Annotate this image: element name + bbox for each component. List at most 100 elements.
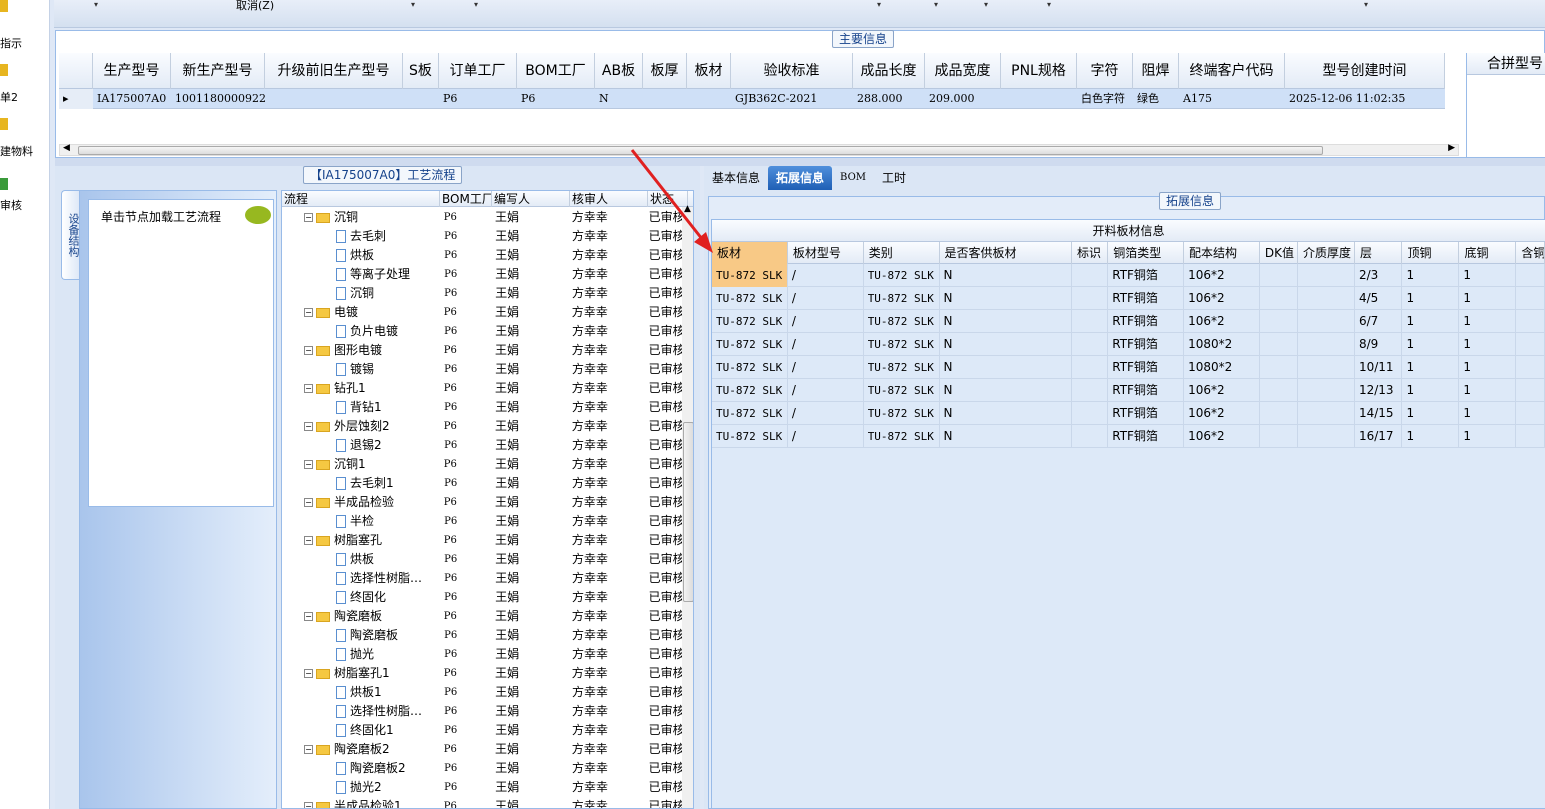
material-column-header[interactable]: 标识	[1072, 242, 1109, 264]
column-header[interactable]: BOM工厂	[517, 53, 595, 89]
material-cell[interactable]: RTF铜箔	[1108, 333, 1185, 356]
tree-node[interactable]: 抛光2	[282, 778, 438, 797]
material-cell[interactable]	[1298, 333, 1355, 356]
material-column-header[interactable]: 顶铜	[1402, 242, 1460, 264]
grid-cell[interactable]	[1001, 89, 1077, 109]
material-column-header[interactable]: 类别	[864, 242, 940, 264]
grid-cell[interactable]: A175	[1179, 89, 1285, 109]
tab-bom[interactable]: BOM	[832, 166, 874, 190]
tree-node[interactable]: − 半成品检验1	[282, 797, 438, 808]
tree-node[interactable]: 去毛刺	[282, 227, 438, 246]
dropdown-arrow-icon[interactable]: ▾	[94, 0, 98, 9]
tree-node[interactable]: 等离子处理	[282, 265, 438, 284]
material-cell[interactable]	[1516, 402, 1545, 425]
material-column-header[interactable]: 层	[1355, 242, 1403, 264]
tree-row[interactable]: − 半成品检验1 P6 王娟 方幸幸 已审核	[282, 797, 682, 808]
column-header[interactable]: 成品宽度	[925, 53, 1001, 89]
column-header[interactable]: PNL规格	[1001, 53, 1077, 89]
material-cell[interactable]: /	[788, 356, 864, 379]
dropdown-arrow-icon[interactable]: ▾	[1047, 0, 1051, 9]
material-cell[interactable]: 106*2	[1184, 264, 1260, 287]
collapse-icon[interactable]: −	[304, 498, 313, 507]
tree-row[interactable]: 选择性树脂… P6 王娟 方幸幸 已审核	[282, 569, 682, 588]
tree-row[interactable]: 选择性树脂… P6 王娟 方幸幸 已审核	[282, 702, 682, 721]
material-cell[interactable]: 1	[1459, 264, 1517, 287]
tree-node[interactable]: 选择性树脂…	[282, 569, 438, 588]
tree-row[interactable]: − 外层蚀刻2 P6 王娟 方幸幸 已审核	[282, 417, 682, 436]
material-cell[interactable]: 12/13	[1355, 379, 1403, 402]
column-header[interactable]: 型号创建时间	[1285, 53, 1445, 89]
tree-node[interactable]: − 沉铜	[282, 208, 438, 227]
dropdown-arrow-icon[interactable]: ▾	[474, 0, 478, 9]
tree-row[interactable]: 等离子处理 P6 王娟 方幸幸 已审核	[282, 265, 682, 284]
column-header[interactable]: 板厚	[643, 53, 687, 89]
nav-hint[interactable]: 单击节点加载工艺流程	[101, 208, 221, 225]
material-cell[interactable]: 1	[1402, 356, 1460, 379]
grid-cell[interactable]	[687, 89, 731, 109]
material-cell[interactable]: 1	[1459, 425, 1517, 448]
tree-row[interactable]: 烘板1 P6 王娟 方幸幸 已审核	[282, 683, 682, 702]
material-cell[interactable]: TU-872 SLK	[864, 402, 940, 425]
material-cell[interactable]	[1516, 333, 1545, 356]
tree-node[interactable]: − 陶瓷磨板2	[282, 740, 438, 759]
tree-node[interactable]: − 图形电镀	[282, 341, 438, 360]
tree-node[interactable]: 半检	[282, 512, 438, 531]
grid-cell[interactable]: 白色字符	[1077, 89, 1133, 109]
column-header[interactable]: 订单工厂	[439, 53, 517, 89]
material-column-header[interactable]: 是否客供板材	[940, 242, 1072, 264]
splitter[interactable]	[55, 158, 1545, 166]
tab-basic-info[interactable]: 基本信息	[704, 166, 768, 190]
grid-cell[interactable]: 209.000	[925, 89, 1001, 109]
grid-cell[interactable]: P6	[439, 89, 517, 109]
collapse-icon[interactable]: −	[304, 460, 313, 469]
sidebar-item-4[interactable]: 审核	[0, 197, 22, 213]
tree-row[interactable]: − 树脂塞孔 P6 王娟 方幸幸 已审核	[282, 531, 682, 550]
material-cell[interactable]: TU-872 SLK	[864, 310, 940, 333]
material-cell[interactable]: 1	[1459, 402, 1517, 425]
tree-node[interactable]: 负片电镀	[282, 322, 438, 341]
tree-row[interactable]: − 半成品检验 P6 王娟 方幸幸 已审核	[282, 493, 682, 512]
material-cell[interactable]: 1	[1459, 333, 1517, 356]
material-cell[interactable]: /	[788, 425, 864, 448]
material-cell[interactable]: N	[940, 310, 1073, 333]
material-cell[interactable]	[1260, 310, 1298, 333]
material-row[interactable]: TU-872 SLK / TU-872 SLK N RTF铜箔 106*2 2/3 1 1	[712, 264, 1545, 287]
collapse-icon[interactable]: −	[304, 346, 313, 355]
tree-column-header[interactable]: 流程	[282, 191, 440, 207]
collapse-icon[interactable]: −	[304, 308, 313, 317]
material-cell[interactable]: 1	[1402, 379, 1460, 402]
grid-cell[interactable]: N	[595, 89, 643, 109]
material-cell[interactable]: 16/17	[1355, 425, 1403, 448]
material-cell[interactable]: 106*2	[1184, 310, 1260, 333]
material-cell[interactable]: RTF铜箔	[1108, 402, 1185, 425]
material-column-header[interactable]: 板材型号	[788, 242, 864, 264]
material-cell[interactable]: RTF铜箔	[1108, 264, 1185, 287]
tab-extended-info[interactable]: 拓展信息	[768, 166, 833, 190]
tree-row[interactable]: 去毛刺 P6 王娟 方幸幸 已审核	[282, 227, 682, 246]
tree-node[interactable]: 抛光	[282, 645, 438, 664]
tree-row[interactable]: − 沉铜 P6 王娟 方幸幸 已审核	[282, 208, 682, 227]
sidebar-item-2[interactable]: 单2	[0, 89, 18, 105]
tree-node[interactable]: − 陶瓷磨板	[282, 607, 438, 626]
material-cell[interactable]: /	[788, 287, 864, 310]
material-cell[interactable]: 1	[1402, 333, 1460, 356]
tree-node[interactable]: − 树脂塞孔	[282, 531, 438, 550]
material-cell[interactable]	[1298, 425, 1355, 448]
scroll-left-icon[interactable]: ◀	[63, 143, 70, 153]
tree-node[interactable]: 沉铜	[282, 284, 438, 303]
material-cell[interactable]	[1260, 287, 1298, 310]
tree-node[interactable]: 背钻1	[282, 398, 438, 417]
tab-work-hours[interactable]: 工时	[874, 166, 914, 190]
material-cell[interactable]: N	[940, 356, 1073, 379]
material-cell[interactable]: 1	[1459, 379, 1517, 402]
material-row[interactable]: TU-872 SLK / TU-872 SLK N RTF铜箔 106*2 14/15 1 1	[712, 402, 1545, 425]
material-cell[interactable]	[1298, 287, 1355, 310]
material-cell[interactable]	[1298, 356, 1355, 379]
material-cell[interactable]: 1	[1402, 264, 1460, 287]
column-header[interactable]: 成品长度	[853, 53, 925, 89]
material-column-header[interactable]: DK值	[1260, 242, 1298, 264]
dropdown-arrow-icon[interactable]: ▾	[411, 0, 415, 9]
tree-node[interactable]: 烘板	[282, 246, 438, 265]
material-row[interactable]: TU-872 SLK / TU-872 SLK N RTF铜箔 106*2 16/17 1 1	[712, 425, 1545, 448]
material-cell[interactable]	[1260, 356, 1298, 379]
